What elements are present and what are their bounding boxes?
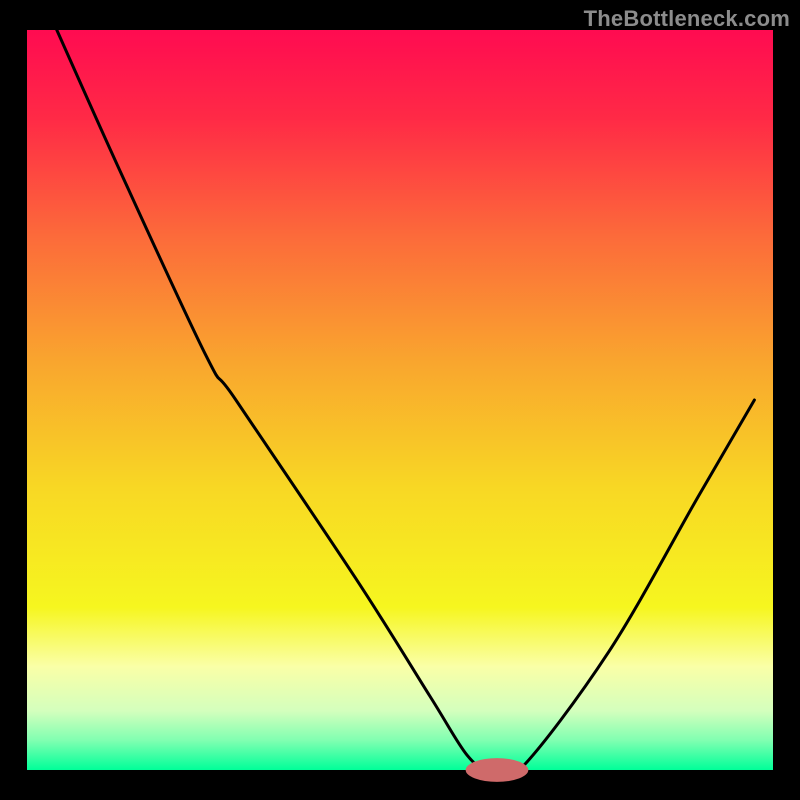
plot-background xyxy=(27,30,773,770)
optimal-point-marker xyxy=(466,758,529,782)
bottleneck-plot xyxy=(0,0,800,800)
chart-frame: TheBottleneck.com xyxy=(0,0,800,800)
